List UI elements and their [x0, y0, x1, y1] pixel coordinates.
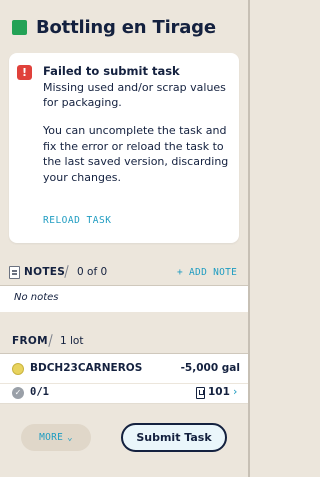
- chevron-down-icon: ⌄: [67, 432, 73, 443]
- task-panel: Bottling en Tirage ! Failed to submit ta…: [0, 0, 250, 477]
- notes-list: No notes: [0, 286, 250, 312]
- lot-progress: 0/1: [30, 386, 49, 398]
- barrel-icon: [196, 387, 205, 399]
- submit-task-button[interactable]: Submit Task: [121, 423, 227, 452]
- alert-icon: !: [17, 65, 32, 80]
- check-icon: ✓: [12, 387, 24, 399]
- panel-edge: [248, 0, 250, 477]
- notes-label: NOTES: [24, 266, 66, 278]
- notes-count: 0 of 0: [77, 266, 108, 278]
- lot-color-dot: [12, 363, 24, 375]
- reload-task-link[interactable]: RELOAD TASK: [43, 215, 111, 226]
- task-title: Bottling en Tirage: [36, 16, 216, 38]
- more-button-label: MORE: [39, 432, 64, 443]
- task-header: Bottling en Tirage: [12, 14, 216, 40]
- lot-barrel-count: 101: [208, 386, 230, 398]
- error-card: ! Failed to submit task Missing used and…: [9, 53, 239, 243]
- footer-actions: MORE ⌄ Submit Task: [0, 404, 250, 477]
- task-status-square: [12, 19, 27, 35]
- chevron-right-icon[interactable]: ›: [233, 385, 237, 398]
- from-header: FROM 1 lot: [0, 332, 250, 352]
- from-lot-count: 1 lot: [60, 335, 84, 347]
- from-label: FROM: [12, 335, 48, 347]
- notes-header: NOTES 0 of 0 + ADD NOTE: [0, 262, 250, 284]
- add-note-button[interactable]: + ADD NOTE: [177, 267, 237, 278]
- divider: [0, 383, 250, 384]
- from-separator: [48, 334, 53, 347]
- no-notes-text: No notes: [14, 292, 59, 303]
- error-help-text: You can uncomplete the task and fix the …: [43, 124, 229, 184]
- lot-volume: -5,000 gal: [180, 362, 240, 374]
- lot-item[interactable]: BDCH23CARNEROS -5,000 gal ✓ 0/1 101 ›: [0, 354, 250, 404]
- error-message: Missing used and/or scrap values for pac…: [43, 81, 226, 109]
- error-title: Failed to submit task: [43, 64, 180, 78]
- lot-code: BDCH23CARNEROS: [30, 362, 143, 374]
- more-button[interactable]: MORE ⌄: [21, 424, 91, 451]
- notes-icon: [9, 266, 20, 279]
